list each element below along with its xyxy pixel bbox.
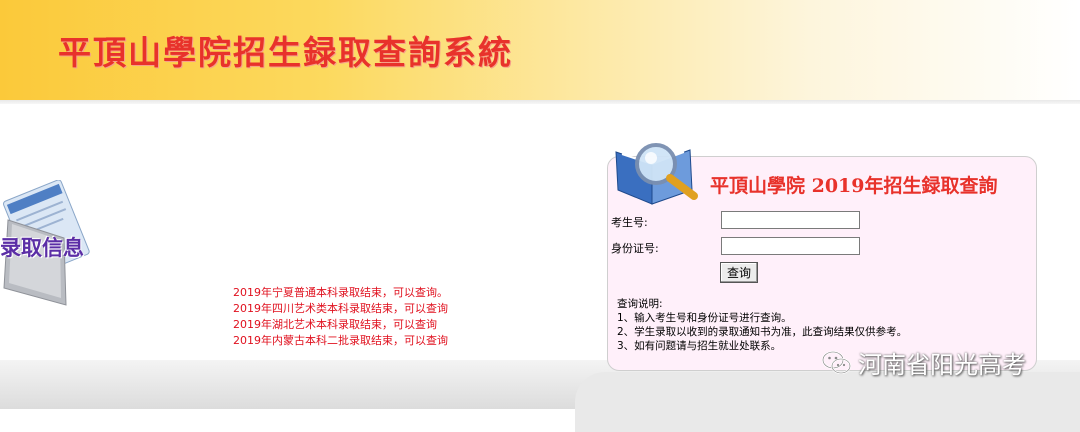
exam-number-label: 考生号: xyxy=(611,216,648,229)
watermark: 河南省阳光高考 xyxy=(822,345,1026,380)
news-item[interactable]: 2019年四川艺术类本科录取结束，可以查询 xyxy=(233,301,448,317)
instruction-line: 1、输入考生号和身份证号进行查询。 xyxy=(617,312,792,324)
instruction-line: 2、学生录取以收到的录取通知书为准，此查询结果仅供参考。 xyxy=(617,326,908,338)
wechat-icon xyxy=(822,350,851,374)
instructions-title: 查询说明: xyxy=(617,298,663,310)
news-item[interactable]: 2019年湖北艺术本科录取结束，可以查询 xyxy=(233,317,448,333)
news-item[interactable]: 2019年内蒙古本科二批录取结束，可以查询 xyxy=(233,333,448,349)
news-list: 2019年宁夏普通本科录取结束，可以查询。 2019年四川艺术类本科录取结束，可… xyxy=(233,285,448,349)
query-panel-title: 平頂山學院 2019年招生録取查詢 xyxy=(710,175,998,197)
query-button[interactable]: 查询 xyxy=(720,262,758,283)
page-title: 平頂山學院招生録取查詢系統 xyxy=(58,33,513,72)
footer-shape xyxy=(575,372,1080,432)
admission-info-label: 录取信息 xyxy=(0,235,84,260)
news-item[interactable]: 2019年宁夏普通本科录取结束，可以查询。 xyxy=(233,285,448,301)
id-number-input[interactable] xyxy=(721,237,860,255)
exam-number-input[interactable] xyxy=(721,211,860,229)
id-number-label: 身份证号: xyxy=(611,242,659,255)
watermark-text: 河南省阳光高考 xyxy=(858,351,1026,379)
magnifier-book-icon xyxy=(615,143,698,205)
header-divider xyxy=(0,100,1080,104)
